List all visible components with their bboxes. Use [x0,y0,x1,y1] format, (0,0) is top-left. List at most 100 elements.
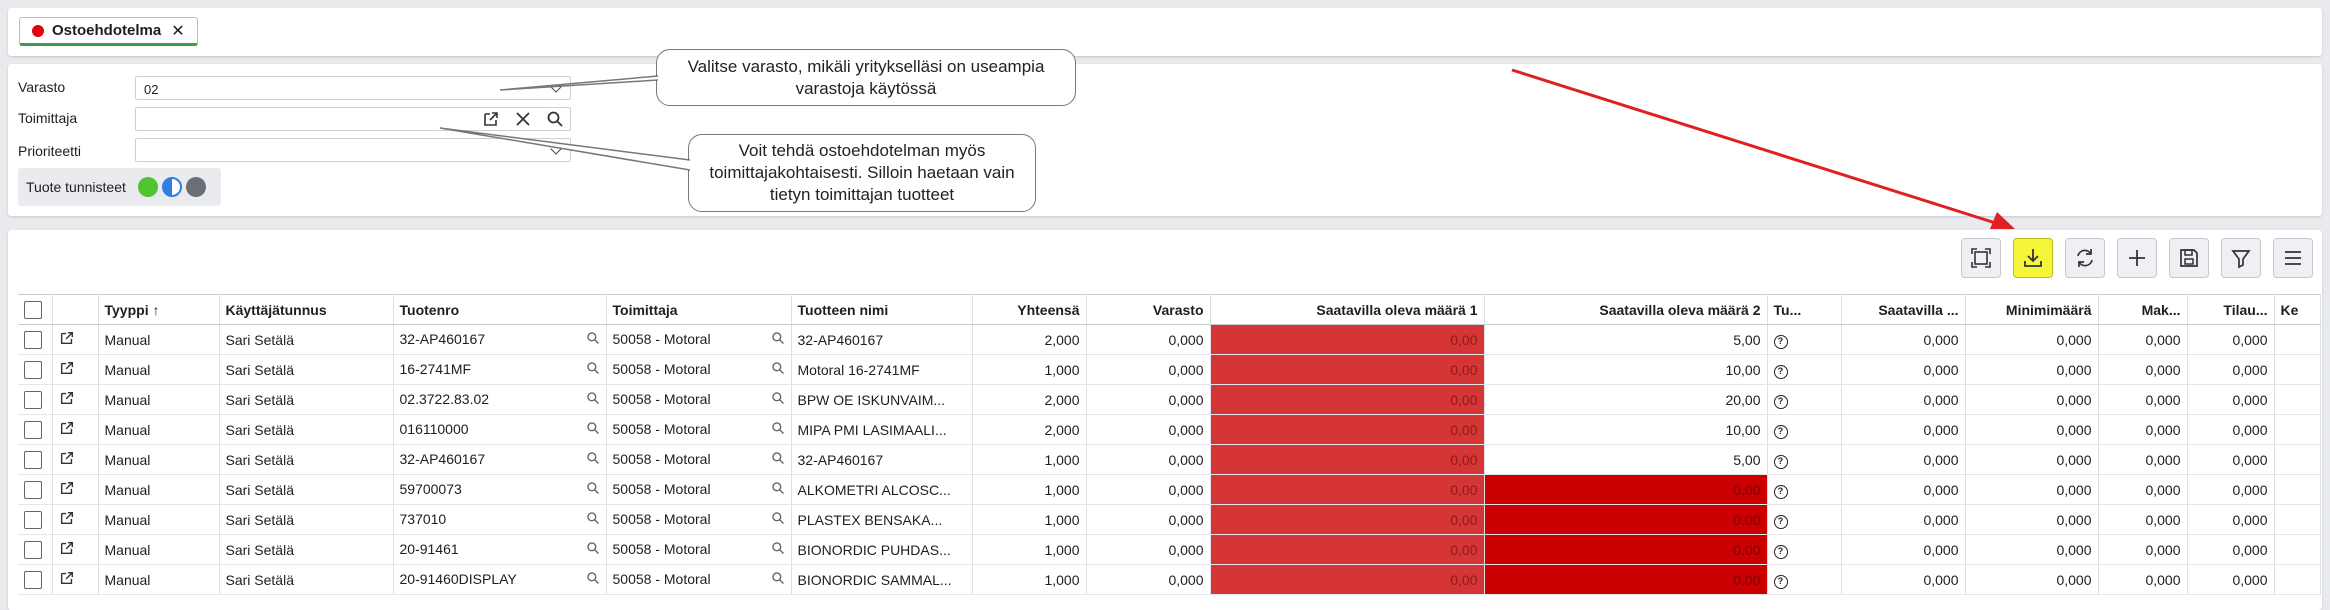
search-icon[interactable] [771,571,785,588]
prioriteetti-select[interactable] [135,138,571,162]
row-checkbox[interactable] [18,534,53,565]
cell-supplier[interactable]: 50058 - Motoral [606,504,792,535]
col-header[interactable]: Tuotteen nimi [791,294,973,325]
search-icon[interactable] [586,451,600,468]
search-icon[interactable] [546,110,564,133]
cell-product-no[interactable]: 20-91461 [393,534,607,565]
product-tags[interactable]: Tuote tunnisteet [18,168,221,206]
refresh-button[interactable] [2065,238,2105,278]
search-icon[interactable] [771,421,785,438]
fit-columns-button[interactable] [1961,238,2001,278]
search-icon[interactable] [771,391,785,408]
table-row[interactable]: Manual Sari Setälä 016110000 50058 - Motora… [18,414,2321,445]
question-icon[interactable]: ? [1773,394,1788,409]
col-header[interactable]: Tuotenro [393,294,607,325]
table-row[interactable]: Manual Sari Setälä 16-2741MF 50058 - Motora… [18,354,2321,385]
cell-supplier[interactable]: 50058 - Motoral [606,444,792,475]
cell-product-no[interactable]: 02.3722.83.02 [393,384,607,415]
open-row-icon[interactable] [52,534,99,565]
cell-supplier[interactable]: 50058 - Motoral [606,564,792,595]
question-icon[interactable]: ? [1773,514,1788,529]
question-icon[interactable]: ? [1773,544,1788,559]
col-header[interactable]: Mak... [2098,294,2188,325]
search-icon[interactable] [586,481,600,498]
cell-supplier[interactable]: 50058 - Motoral [606,534,792,565]
open-row-icon[interactable] [52,384,99,415]
col-header[interactable]: Minimimäärä [1965,294,2099,325]
search-icon[interactable] [771,361,785,378]
cell-info[interactable]: ? [1767,324,1842,355]
chevron-down-icon[interactable] [550,81,562,93]
search-icon[interactable] [771,481,785,498]
col-header[interactable]: Varasto [1086,294,1211,325]
menu-button[interactable] [2273,238,2313,278]
chevron-down-icon[interactable] [550,143,562,155]
col-header[interactable]: Ke [2274,294,2321,325]
search-icon[interactable] [771,451,785,468]
open-external-icon[interactable] [482,110,500,133]
cell-product-no[interactable]: 737010 [393,504,607,535]
table-row[interactable]: Manual Sari Setälä 59700073 50058 - Motoral… [18,474,2321,505]
cell-info[interactable]: ? [1767,444,1842,475]
col-header[interactable]: Saatavilla oleva määrä 2 [1484,294,1768,325]
tag-green-icon[interactable] [137,177,158,197]
cell-product-no[interactable]: 20-91460DISPLAY [393,564,607,595]
question-icon[interactable]: ? [1773,454,1788,469]
cell-product-no[interactable]: 016110000 [393,414,607,445]
search-icon[interactable] [586,511,600,528]
cell-supplier[interactable]: 50058 - Motoral [606,414,792,445]
open-row-icon[interactable] [52,504,99,535]
question-icon[interactable]: ? [1773,424,1788,439]
open-row-icon[interactable] [52,564,99,595]
row-checkbox[interactable] [18,324,53,355]
row-checkbox[interactable] [18,504,53,535]
table-row[interactable]: Manual Sari Setälä 02.3722.83.02 50058 - Mo… [18,384,2321,415]
search-icon[interactable] [586,541,600,558]
table-row[interactable]: Manual Sari Setälä 32-AP460167 50058 - Moto… [18,444,2321,475]
row-checkbox[interactable] [18,414,53,445]
cell-supplier[interactable]: 50058 - Motoral [606,354,792,385]
cell-product-no[interactable]: 16-2741MF [393,354,607,385]
cell-supplier[interactable]: 50058 - Motoral [606,324,792,355]
open-row-icon[interactable] [52,444,99,475]
col-header[interactable]: Toimittaja [606,294,792,325]
open-row-icon[interactable] [52,324,99,355]
cell-supplier[interactable]: 50058 - Motoral [606,474,792,505]
search-icon[interactable] [586,421,600,438]
col-header[interactable]: Saatavilla ... [1841,294,1966,325]
search-icon[interactable] [586,361,600,378]
cell-info[interactable]: ? [1767,474,1842,505]
select-all-checkbox[interactable] [18,294,53,325]
col-header[interactable]: Tilau... [2187,294,2275,325]
search-icon[interactable] [771,331,785,348]
row-checkbox[interactable] [18,474,53,505]
col-header[interactable]: Käyttäjätunnus [219,294,394,325]
col-header[interactable]: Yhteensä [972,294,1087,325]
table-row[interactable]: Manual Sari Setälä 20-91460DISPLAY 50058 - … [18,564,2321,595]
filter-button[interactable] [2221,238,2261,278]
search-icon[interactable] [586,391,600,408]
cell-info[interactable]: ? [1767,504,1842,535]
clear-icon[interactable] [514,110,532,133]
col-header[interactable]: Tu... [1767,294,1842,325]
col-header[interactable]: Saatavilla oleva määrä 1 [1210,294,1485,325]
tag-gray-icon[interactable] [185,177,206,197]
cell-product-no[interactable]: 32-AP460167 [393,444,607,475]
open-row-icon[interactable] [52,474,99,505]
close-icon[interactable]: ✕ [171,21,184,41]
search-icon[interactable] [586,331,600,348]
row-checkbox[interactable] [18,384,53,415]
toimittaja-input[interactable] [135,107,571,131]
table-row[interactable]: Manual Sari Setälä 32-AP460167 50058 - Moto… [18,324,2321,355]
cell-info[interactable]: ? [1767,414,1842,445]
cell-supplier[interactable]: 50058 - Motoral [606,384,792,415]
cell-info[interactable]: ? [1767,384,1842,415]
cell-product-no[interactable]: 59700073 [393,474,607,505]
table-row[interactable]: Manual Sari Setälä 737010 50058 - Motoral PL… [18,504,2321,535]
cell-info[interactable]: ? [1767,534,1842,565]
open-row-icon[interactable] [52,354,99,385]
col-header[interactable]: Tyyppi ↑ [98,294,220,325]
row-checkbox[interactable] [18,354,53,385]
cell-info[interactable]: ? [1767,564,1842,595]
tab-ostoehdotelma[interactable]: Ostoehdotelma ✕ [19,17,198,46]
